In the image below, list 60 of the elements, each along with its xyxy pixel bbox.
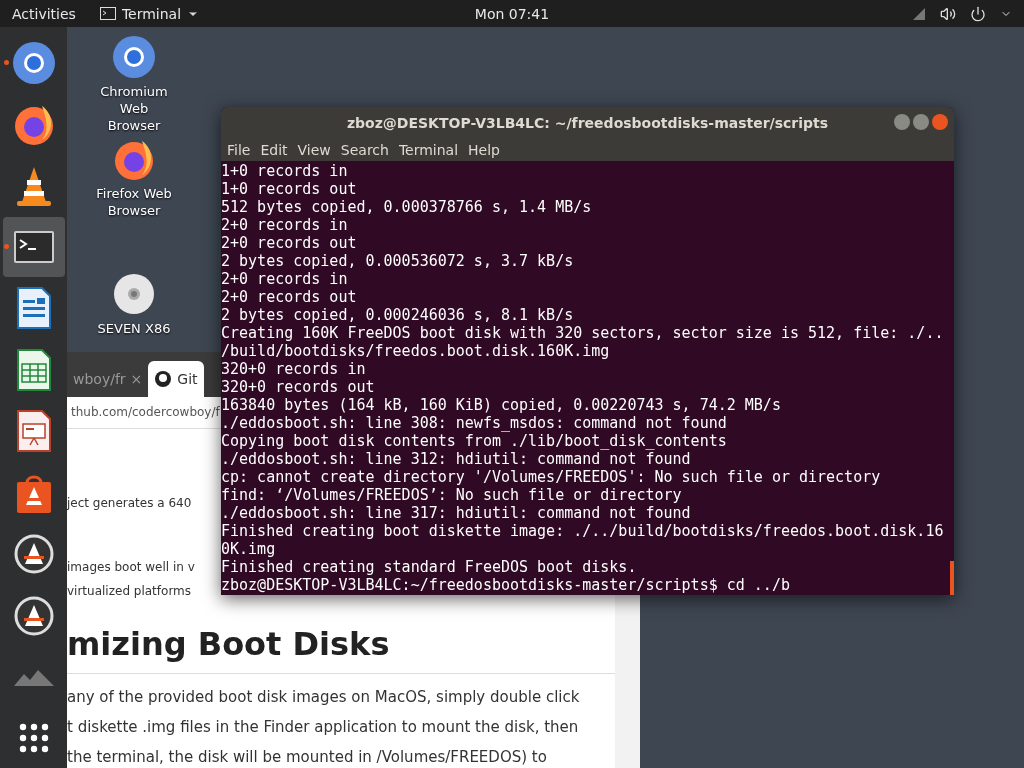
disc-icon <box>112 272 156 316</box>
minimize-button[interactable] <box>894 114 910 130</box>
close-icon[interactable]: × <box>130 370 143 387</box>
activities-button[interactable]: Activities <box>12 5 76 22</box>
terminal-line: 163840 bytes (164 kB, 160 KiB) copied, 0.00220743 s, 74.2 MB/s <box>221 396 782 414</box>
chromium-icon <box>112 35 156 79</box>
terminal-icon <box>99 7 116 20</box>
terminal-line: 2 bytes copied, 0.000246036 s, 8.1 kB/s <box>221 306 575 324</box>
menu-item[interactable]: Search <box>340 142 389 158</box>
menu-item[interactable]: Terminal <box>398 142 459 158</box>
menu-item[interactable]: Edit <box>260 142 288 158</box>
paragraph-text: any of the provided boot disk images on MacOS, simply double click <box>67 687 580 708</box>
desktop-icon-label[interactable]: SEVEN X86 <box>96 320 172 337</box>
chromium-icon <box>11 40 56 85</box>
volume-icon[interactable] <box>940 5 956 22</box>
terminal-line: cp: cannot create directory '/Volumes/FREEDOS': No such file or directory <box>221 468 882 486</box>
network-icon[interactable] <box>912 6 926 21</box>
clock[interactable]: Mon 07:41 <box>474 5 550 22</box>
power-icon[interactable] <box>970 5 986 22</box>
terminal-line: /build/bootdisks/freedos.boot.disk.160K.img <box>221 342 611 360</box>
paragraph-text: virtualized platforms <box>67 583 192 600</box>
section-heading: mizing Boot Disks <box>67 625 615 674</box>
terminal-line: Finished creating standard FreeDOS boot disks. <box>221 558 638 576</box>
paragraph-text: the terminal, the disk will be mounted in /Volumes/FREEDOS) to <box>67 747 547 768</box>
menu-item[interactable]: View <box>297 142 331 158</box>
terminal-line: ./eddosboot.sh: line 308: newfs_msdos: command not found <box>221 414 728 432</box>
terminal-line: 320+0 records in <box>221 360 367 378</box>
paragraph-text: images boot well in v <box>67 559 195 576</box>
terminal-line: 1+0 records out <box>221 180 358 198</box>
terminal-line: 2+0 records out <box>221 288 358 306</box>
desktop-icon-label[interactable]: Chromium Web Browser <box>96 83 172 134</box>
url-text[interactable]: thub.com/codercowboy/f <box>71 405 220 420</box>
paragraph-text: ject generates a 640 <box>67 495 192 512</box>
command-prompt[interactable]: zboz@DESKTOP-V3LB4LC:~/freedosbootdisks-master/scripts$ cd ../b <box>221 576 954 594</box>
app-grid-icon <box>17 722 50 755</box>
menu-item[interactable]: Help <box>468 142 500 158</box>
window-title: zboz@DESKTOP-V3LB4LC: ~/freedosbootdisks-master/scripts <box>346 115 829 131</box>
paragraph-text: t diskette .img files in the Finder application to mount the disk, then <box>67 717 579 738</box>
menu-item[interactable]: File <box>227 142 251 158</box>
terminal-line: 2+0 records in <box>221 270 349 288</box>
terminal-line: 0K.img <box>221 540 277 558</box>
maximize-button[interactable] <box>913 114 929 130</box>
terminal-line: find: ‘/Volumes/FREEDOS’: No such file or directory <box>221 486 683 504</box>
terminal-line: ./eddosboot.sh: line 312: hdiutil: command not found <box>221 450 692 468</box>
desktop-icon-label[interactable]: Firefox Web Browser <box>96 185 172 219</box>
terminal-line: 2+0 records out <box>221 234 358 252</box>
app-menu[interactable]: Terminal <box>99 5 200 22</box>
terminal-line: 512 bytes copied, 0.000378766 s, 1.4 MB/s <box>221 198 593 216</box>
browser-tab[interactable]: Git <box>148 360 204 397</box>
dock-item[interactable] <box>2 217 65 277</box>
terminal-line: Finished creating boot diskette image: ./../build/bootdisks/freedos.boot.disk.16 <box>221 522 945 540</box>
scrollbar-thumb[interactable] <box>950 561 954 595</box>
terminal-line: 320+0 records out <box>221 378 376 396</box>
terminal-line: 1+0 records in <box>221 162 349 180</box>
terminal-line: Creating 160K FreeDOS boot disk with 320 sectors, sector size is 512, file: ./.. <box>221 324 945 342</box>
terminal-line: 2 bytes copied, 0.000536072 s, 3.7 kB/s <box>221 252 575 270</box>
terminal-line: 2+0 records in <box>221 216 349 234</box>
terminal-line: ./eddosboot.sh: line 317: hdiutil: command not found <box>221 504 692 522</box>
close-button[interactable] <box>932 114 948 130</box>
terminal-line: Copying boot disk contents from ./lib/boot_disk_contents <box>221 432 728 450</box>
